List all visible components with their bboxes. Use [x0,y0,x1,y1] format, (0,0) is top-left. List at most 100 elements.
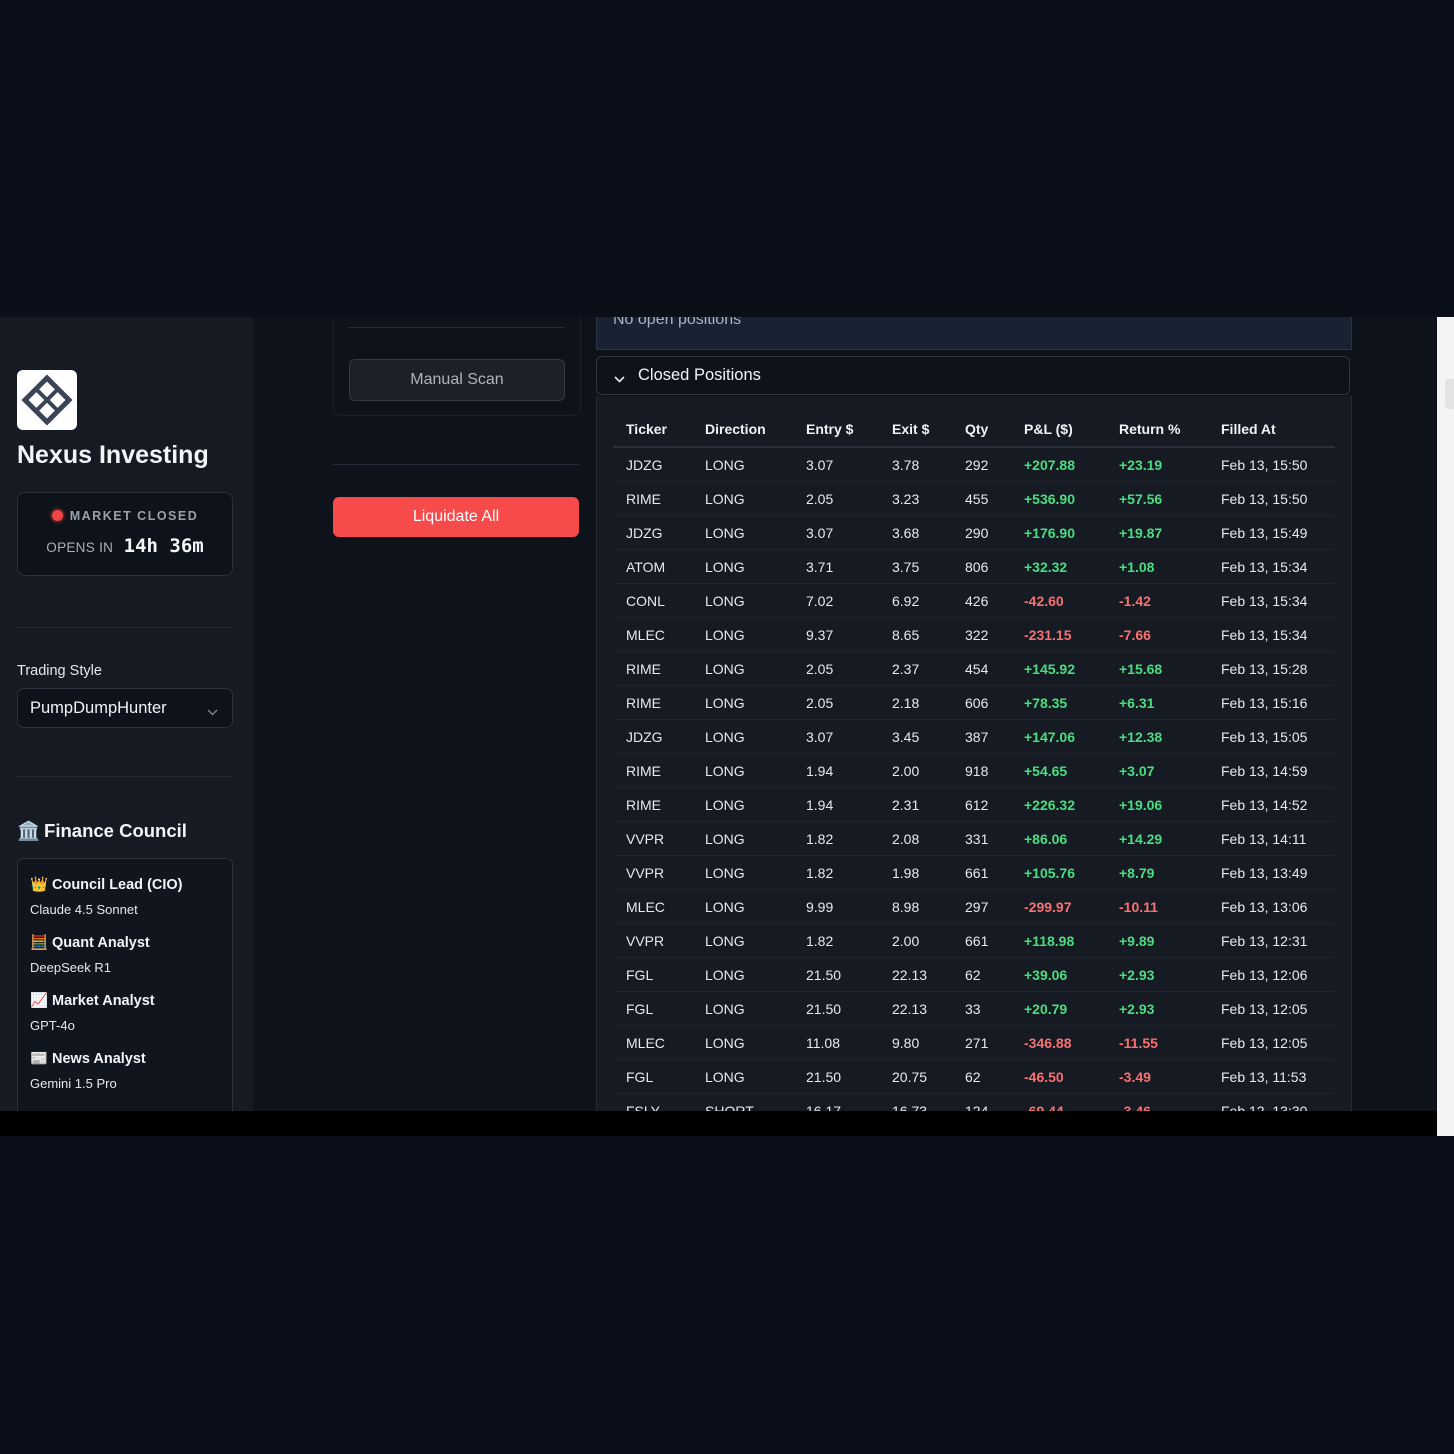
table-cell: VVPR [613,855,692,890]
table-row: MLEC LONG 9.37 8.65 322 -231.15 -7.66 Feb 13, 1… [613,617,1335,652]
table-cell: 290 [952,515,1011,550]
trading-style-select[interactable]: PumpDumpHunter [17,688,233,728]
table-cell: 3.68 [879,515,952,550]
table-cell: +226.32 [1011,787,1106,822]
table-cell: LONG [692,549,793,584]
table-cell: Feb 13, 14:11 [1208,821,1335,856]
table-cell: LONG [692,855,793,890]
table-cell: +8.79 [1106,855,1208,890]
table-cell: 33 [952,991,1011,1026]
table-cell: VVPR [613,923,692,958]
table-cell: 331 [952,821,1011,856]
table-cell: LONG [692,1059,793,1094]
controls-divider [333,464,579,465]
manual-scan-button[interactable]: Manual Scan [349,359,565,401]
table-cell: LONG [692,923,793,958]
table-cell: 3.07 [793,515,879,550]
table-cell: 1.94 [793,753,879,788]
table-cell: Feb 13, 15:34 [1208,617,1335,652]
table-cell: LONG [692,651,793,686]
table-cell: +57.56 [1106,481,1208,516]
open-positions-panel: No open positions [596,317,1352,350]
table-cell: 454 [952,651,1011,686]
column-header: Filled At [1208,412,1335,448]
table-cell: SHORT [692,1093,793,1111]
liquidate-all-button[interactable]: Liquidate All [333,497,579,537]
table-cell: LONG [692,889,793,924]
table-cell: +20.79 [1011,991,1106,1026]
council-member: 📰 News Analyst Gemini 1.5 Pro [30,1051,146,1091]
panel-divider [348,327,565,328]
table-cell: 1.94 [793,787,879,822]
table-cell: -69.44 [1011,1093,1106,1111]
table-cell: 3.23 [879,481,952,516]
table-cell: Feb 13, 15:16 [1208,685,1335,720]
table-row: VVPR LONG 1.82 1.98 661 +105.76 +8.79 Feb 13, 1… [613,855,1335,890]
table-cell: VVPR [613,821,692,856]
table-cell: 2.00 [879,923,952,958]
table-cell: -1.42 [1106,583,1208,618]
crown-icon: 👑 [30,877,49,893]
table-cell: 62 [952,1059,1011,1094]
table-cell: -3.49 [1106,1059,1208,1094]
column-header: Direction [692,412,793,448]
table-cell: 3.75 [879,549,952,584]
table-cell: Feb 13, 13:49 [1208,855,1335,890]
table-cell: +19.87 [1106,515,1208,550]
table-cell: 612 [952,787,1011,822]
table-cell: 2.18 [879,685,952,720]
table-row: CONL LONG 7.02 6.92 426 -42.60 -1.42 Feb 13, 15… [613,583,1335,618]
table-cell: Feb 13, 12:31 [1208,923,1335,958]
table-cell: Feb 13, 15:49 [1208,515,1335,550]
table-cell: +39.06 [1011,957,1106,992]
opens-in-label: OPENS IN [46,540,114,555]
table-cell: 21.50 [793,991,879,1026]
table-cell: Feb 12, 13:30 [1208,1093,1335,1111]
table-cell: Feb 13, 15:34 [1208,549,1335,584]
closed-positions-table: Ticker Direction Entry $ Exit $ Qty P&L ($) Re… [613,412,1335,1111]
table-cell: 22.13 [879,991,952,1026]
table-cell: 2.00 [879,753,952,788]
table-cell: MLEC [613,617,692,652]
table-header-row: Ticker Direction Entry $ Exit $ Qty P&L ($) Re… [613,412,1335,448]
closed-positions-toggle[interactable]: Closed Positions [596,356,1350,395]
table-cell: Feb 13, 15:05 [1208,719,1335,754]
table-cell: -42.60 [1011,583,1106,618]
table-cell: 22.13 [879,957,952,992]
table-cell: JDZG [613,447,692,482]
table-cell: 8.65 [879,617,952,652]
bottom-strip [0,1111,1437,1136]
table-cell: Feb 13, 12:06 [1208,957,1335,992]
closed-positions-title: Closed Positions [638,366,761,384]
table-cell: 322 [952,617,1011,652]
table-cell: 271 [952,1025,1011,1060]
table-cell: Feb 13, 14:52 [1208,787,1335,822]
table-cell: -10.11 [1106,889,1208,924]
table-cell: 1.82 [793,855,879,890]
table-cell: +145.92 [1011,651,1106,686]
table-cell: CONL [613,583,692,618]
table-row: ATOM LONG 3.71 3.75 806 +32.32 +1.08 Feb 13, 15… [613,549,1335,584]
table-cell: RIME [613,685,692,720]
table-cell: +78.35 [1011,685,1106,720]
table-cell: +2.93 [1106,957,1208,992]
table-cell: RIME [613,787,692,822]
table-cell: 9.37 [793,617,879,652]
table-cell: +207.88 [1011,447,1106,482]
table-cell: 3.78 [879,447,952,482]
table-row: MLEC LONG 11.08 9.80 271 -346.88 -11.55 Feb 13,… [613,1025,1335,1060]
table-row: VVPR LONG 1.82 2.08 331 +86.06 +14.29 Feb 13, 1… [613,821,1335,856]
table-cell: 918 [952,753,1011,788]
newspaper-icon: 📰 [30,1051,49,1067]
table-cell: -231.15 [1011,617,1106,652]
table-cell: FGL [613,991,692,1026]
table-row: VVPR LONG 1.82 2.00 661 +118.98 +9.89 Feb 13, 1… [613,923,1335,958]
table-cell: -346.88 [1011,1025,1106,1060]
market-status-card: MARKET CLOSED OPENS IN 14h 36m [17,492,233,576]
table-cell: +9.89 [1106,923,1208,958]
table-row: RIME LONG 2.05 3.23 455 +536.90 +57.56 Feb 13, … [613,481,1335,516]
table-cell: Feb 13, 15:34 [1208,583,1335,618]
column-header: Return % [1106,412,1208,448]
table-cell: RIME [613,651,692,686]
table-row: FGL LONG 21.50 20.75 62 -46.50 -3.49 Feb 13, 11… [613,1059,1335,1094]
